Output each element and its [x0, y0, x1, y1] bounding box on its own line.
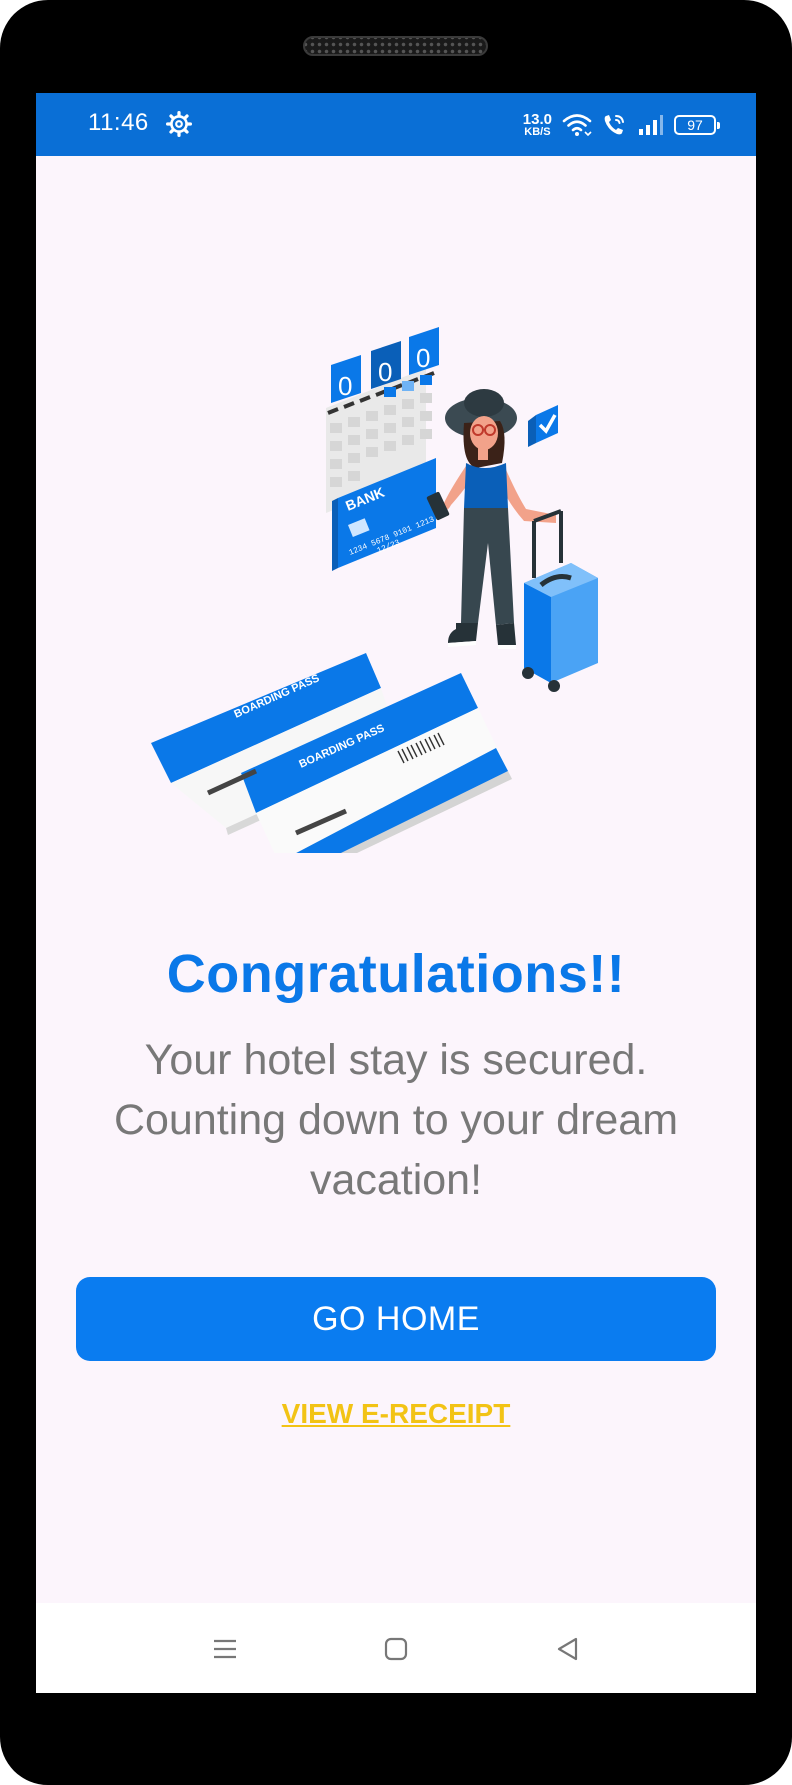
- wifi-call-icon: [604, 115, 624, 135]
- status-time: 11:46: [88, 109, 149, 136]
- home-icon[interactable]: [372, 1625, 420, 1673]
- phone-frame: 11:46 13.0 KB/S 97 0 0 0 BANK 1234 5678 …: [0, 0, 792, 1785]
- suitcase-graphic: [522, 509, 598, 692]
- gear-icon: [166, 111, 192, 137]
- signal-icon: [639, 115, 663, 135]
- battery-icon: 97: [674, 115, 720, 135]
- confirmation-message: Your hotel stay is secured. Counting dow…: [113, 1036, 679, 1204]
- battery-level: 97: [687, 117, 703, 133]
- svg-text:0: 0: [338, 371, 352, 401]
- status-icons: 13.0 KB/S 97: [523, 107, 720, 143]
- wifi-icon: [562, 114, 592, 137]
- status-bar: 11:46 13.0 KB/S 97: [36, 93, 756, 156]
- go-home-button[interactable]: GO HOME: [76, 1277, 716, 1361]
- net-speed: 13.0 KB/S: [523, 112, 552, 138]
- speaker-grille: [303, 36, 488, 56]
- net-speed-value: 13.0: [522, 111, 552, 128]
- view-e-receipt-link[interactable]: VIEW E-RECEIPT: [36, 1398, 756, 1430]
- screen: 11:46 13.0 KB/S 97 0 0 0 BANK 1234 5678 …: [36, 93, 756, 1693]
- back-icon[interactable]: [544, 1625, 592, 1673]
- svg-text:0: 0: [416, 343, 430, 373]
- net-speed-unit: KB/S: [524, 126, 551, 138]
- page-title: Congratulations!!: [166, 944, 626, 1004]
- svg-text:0: 0: [378, 357, 392, 387]
- system-nav-bar: [36, 1603, 756, 1693]
- boarding-pass-graphic: BOARDING PASS BOARDING PASS: [151, 653, 512, 853]
- travel-illustration: 0 0 0 BANK 1234 5678 9101 1213 12/23 BOA…: [151, 327, 598, 853]
- menu-icon[interactable]: [201, 1625, 249, 1673]
- check-badge-icon: [528, 405, 558, 447]
